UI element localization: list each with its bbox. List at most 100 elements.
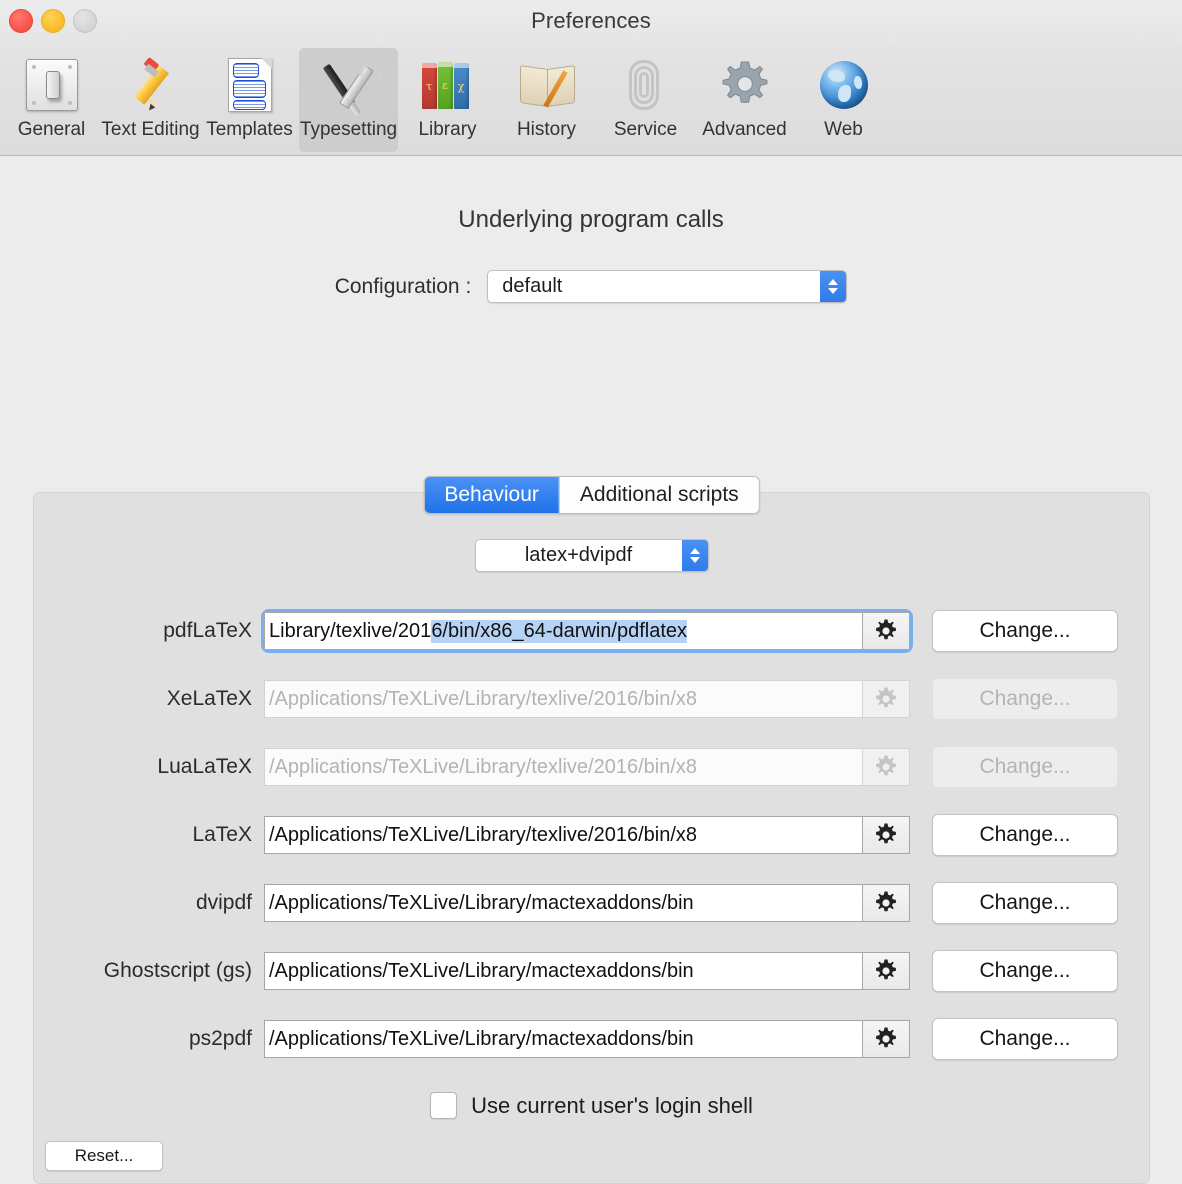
row-label-dvipdf: dvipdf bbox=[195, 891, 252, 914]
row-label-pdflatex: pdfLaTeX bbox=[163, 619, 252, 642]
change-button-latex[interactable]: Change... bbox=[932, 814, 1118, 856]
table-row: LaTeX /Applications/TeXLive/Library/texl… bbox=[34, 801, 1149, 869]
toolbar-item-web[interactable]: Web bbox=[794, 48, 893, 152]
row-label-lualatex: LuaLaTeX bbox=[157, 755, 252, 778]
engine-select-value: latex+dvipdf bbox=[524, 544, 633, 566]
panel-tab-bar: Behaviour Additional scripts bbox=[423, 476, 760, 514]
switch-icon bbox=[19, 54, 85, 116]
engine-row: latex+dvipdf bbox=[34, 539, 1149, 572]
gear-icon bbox=[876, 687, 896, 708]
path-input-pdflatex-prefix: Library/texlive/201 bbox=[269, 619, 432, 642]
gear-icon-button-ps2pdf[interactable] bbox=[862, 1020, 910, 1058]
configuration-select-value: default bbox=[502, 275, 563, 297]
toolbar-item-typesetting[interactable]: Typesetting bbox=[299, 48, 398, 152]
path-input-ghostscript[interactable]: /Applications/TeXLive/Library/mactexaddo… bbox=[264, 952, 862, 990]
table-row: XeLaTeX /Applications/TeXLive/Library/te… bbox=[34, 665, 1149, 733]
table-row: ps2pdf /Applications/TeXLive/Library/mac… bbox=[34, 1005, 1149, 1073]
toolbar-item-text-editing[interactable]: Text Editing bbox=[101, 48, 200, 152]
gear-icon bbox=[876, 823, 896, 844]
toolbar-item-service[interactable]: Service bbox=[596, 48, 695, 152]
change-button-ps2pdf[interactable]: Change... bbox=[932, 1018, 1118, 1060]
table-row: Ghostscript (gs) /Applications/TeXLive/L… bbox=[34, 937, 1149, 1005]
path-input-pdflatex[interactable]: Library/texlive/201 6/bin/x86_64-darwin/p… bbox=[264, 612, 862, 650]
toolbar-item-templates[interactable]: Templates bbox=[200, 48, 299, 152]
table-row: dvipdf /Applications/TeXLive/Library/mac… bbox=[34, 869, 1149, 937]
toolbar-item-library[interactable]: τ ε χ Library bbox=[398, 48, 497, 152]
tools-icon bbox=[316, 54, 382, 116]
path-input-xelatex: /Applications/TeXLive/Library/texlive/20… bbox=[264, 680, 862, 718]
change-button-ghostscript[interactable]: Change... bbox=[932, 950, 1118, 992]
toolbar-label-service: Service bbox=[613, 119, 678, 140]
table-row: pdfLaTeX Library/texlive/201 6/bin/x86_64… bbox=[34, 597, 1149, 665]
toolbar-item-advanced[interactable]: Advanced bbox=[695, 48, 794, 152]
field-wrap-ghostscript: /Applications/TeXLive/Library/mactexaddo… bbox=[264, 952, 910, 990]
open-book-icon bbox=[514, 54, 580, 116]
behaviour-panel: Behaviour Additional scripts latex+dvipd… bbox=[33, 476, 1150, 1184]
chevron-updown-icon bbox=[681, 540, 708, 571]
login-shell-row: Use current user's login shell bbox=[34, 1092, 1149, 1119]
path-input-latex[interactable]: /Applications/TeXLive/Library/texlive/20… bbox=[264, 816, 862, 854]
field-wrap-latex: /Applications/TeXLive/Library/texlive/20… bbox=[264, 816, 910, 854]
path-input-lualatex: /Applications/TeXLive/Library/texlive/20… bbox=[264, 748, 862, 786]
gear-icon bbox=[876, 619, 896, 640]
path-input-pdflatex-selection: 6/bin/x86_64-darwin/pdflatex bbox=[431, 619, 688, 643]
configuration-label: Configuration : bbox=[334, 274, 472, 298]
configuration-row: Configuration : default bbox=[0, 270, 1182, 303]
toolbar-label-general: General bbox=[17, 119, 86, 140]
tab-behaviour[interactable]: Behaviour bbox=[424, 477, 559, 513]
path-input-dvipdf[interactable]: /Applications/TeXLive/Library/mactexaddo… bbox=[264, 884, 862, 922]
gear-icon-button-pdflatex[interactable] bbox=[862, 612, 910, 650]
paperclip-icon bbox=[613, 54, 679, 116]
gear-icon bbox=[876, 755, 896, 776]
field-wrap-xelatex: /Applications/TeXLive/Library/texlive/20… bbox=[264, 680, 910, 718]
preferences-content: Underlying program calls Configuration :… bbox=[0, 156, 1182, 1184]
field-wrap-lualatex: /Applications/TeXLive/Library/texlive/20… bbox=[264, 748, 910, 786]
path-input-ps2pdf[interactable]: /Applications/TeXLive/Library/mactexaddo… bbox=[264, 1020, 862, 1058]
preferences-toolbar: General Text Editing Templates Typesetti… bbox=[0, 44, 1182, 156]
pencil-icon bbox=[118, 54, 184, 116]
toolbar-label-typesetting: Typesetting bbox=[299, 119, 398, 140]
gear-icon-button-latex[interactable] bbox=[862, 816, 910, 854]
change-button-lualatex: Change... bbox=[932, 746, 1118, 788]
gear-icon-button-lualatex bbox=[862, 748, 910, 786]
document-icon bbox=[217, 54, 283, 116]
engine-select[interactable]: latex+dvipdf bbox=[474, 539, 709, 572]
toolbar-label-advanced: Advanced bbox=[702, 119, 787, 140]
tab-additional-scripts[interactable]: Additional scripts bbox=[558, 477, 759, 513]
login-shell-label: Use current user's login shell bbox=[471, 1092, 753, 1118]
gear-icon-button-ghostscript[interactable] bbox=[862, 952, 910, 990]
toolbar-label-templates: Templates bbox=[206, 119, 293, 140]
row-label-latex: LaTeX bbox=[192, 823, 252, 846]
toolbar-label-history: History bbox=[516, 119, 577, 140]
configuration-select[interactable]: default bbox=[487, 270, 848, 303]
change-button-dvipdf[interactable]: Change... bbox=[932, 882, 1118, 924]
gear-icon-button-dvipdf[interactable] bbox=[862, 884, 910, 922]
field-wrap-ps2pdf: /Applications/TeXLive/Library/mactexaddo… bbox=[264, 1020, 910, 1058]
gear-icon bbox=[712, 54, 778, 116]
change-button-pdflatex[interactable]: Change... bbox=[932, 610, 1118, 652]
field-wrap-pdflatex: Library/texlive/201 6/bin/x86_64-darwin/p… bbox=[264, 612, 910, 650]
gear-icon bbox=[876, 959, 896, 980]
field-wrap-dvipdf: /Applications/TeXLive/Library/mactexaddo… bbox=[264, 884, 910, 922]
page-title: Underlying program calls bbox=[458, 206, 724, 233]
gear-icon bbox=[876, 1027, 896, 1048]
gear-icon-button-xelatex bbox=[862, 680, 910, 718]
table-row: LuaLaTeX /Applications/TeXLive/Library/t… bbox=[34, 733, 1149, 801]
toolbar-label-text-editing: Text Editing bbox=[101, 119, 200, 140]
window-title: Preferences bbox=[531, 8, 651, 33]
row-label-ps2pdf: ps2pdf bbox=[188, 1027, 252, 1050]
toolbar-item-general[interactable]: General bbox=[2, 48, 101, 152]
toolbar-label-library: Library bbox=[418, 119, 477, 140]
globe-icon bbox=[811, 54, 877, 116]
login-shell-checkbox[interactable] bbox=[430, 1092, 458, 1119]
program-rows: pdfLaTeX Library/texlive/201 6/bin/x86_64… bbox=[34, 597, 1149, 1073]
toolbar-label-web: Web bbox=[824, 119, 863, 140]
row-label-xelatex: XeLaTeX bbox=[166, 687, 252, 710]
books-icon: τ ε χ bbox=[415, 54, 481, 116]
preferences-window: Preferences General Text Editing Templat… bbox=[0, 0, 1182, 1184]
change-button-xelatex: Change... bbox=[932, 678, 1118, 720]
reset-button[interactable]: Reset... bbox=[45, 1141, 163, 1171]
row-label-ghostscript: Ghostscript (gs) bbox=[103, 959, 252, 982]
chevron-updown-icon bbox=[820, 271, 847, 302]
toolbar-item-history[interactable]: History bbox=[497, 48, 596, 152]
